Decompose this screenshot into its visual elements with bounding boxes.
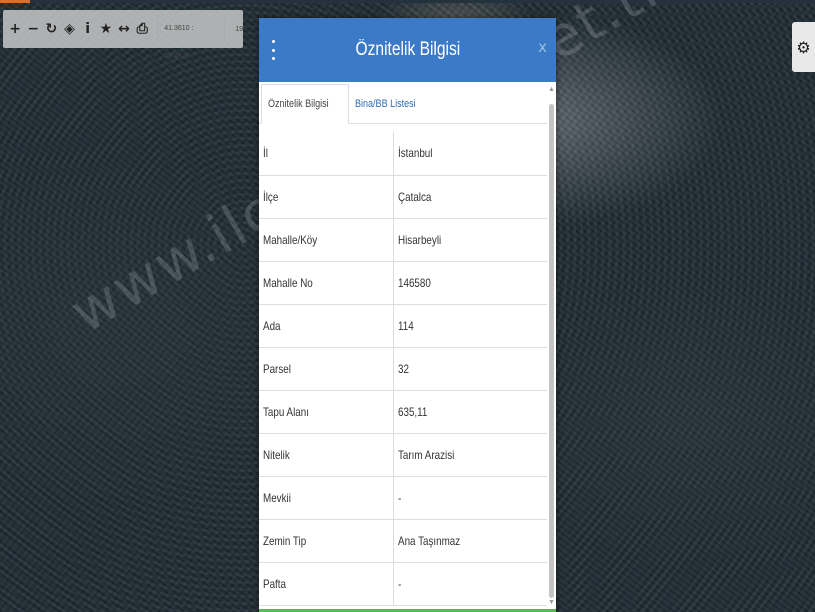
map-toolbar: + − ↻ ◈ i ★ ↔ ⎙ 41.3610 : 28.4675 19 bbox=[3, 10, 243, 60]
kebab-menu-icon[interactable] bbox=[270, 40, 276, 60]
attribute-key: Parsel bbox=[259, 347, 394, 391]
attribute-key-text: Tapu Alanı bbox=[263, 404, 309, 419]
attribute-table: İl İstanbul İlçe Çatalca Mahalle/Köy Hisarbey… bbox=[259, 132, 547, 606]
settings-button[interactable]: ⚙ bbox=[792, 22, 815, 72]
attribute-value: 32 bbox=[393, 347, 547, 391]
attribute-key: Mevkii bbox=[259, 476, 394, 520]
attribute-key: Mahalle No bbox=[259, 261, 394, 305]
attribute-key: Nitelik bbox=[259, 433, 394, 477]
attribute-value: Tarım Arazisi bbox=[393, 433, 547, 477]
tab-building-list[interactable]: Bina/BB Listesi bbox=[349, 85, 435, 123]
tab-label: Öznitelik Bilgisi bbox=[268, 98, 329, 110]
attribute-value-text: Çatalca bbox=[397, 189, 431, 204]
attribute-value-text: - bbox=[397, 490, 401, 505]
attribute-key: Pafta bbox=[259, 562, 394, 606]
table-row: Mahalle/Köy Hisarbeyli bbox=[259, 218, 547, 262]
zoom-level: 19 bbox=[235, 25, 243, 33]
attribute-value: 114 bbox=[393, 304, 547, 348]
attribute-value-text: 114 bbox=[397, 318, 414, 333]
attribute-value-text: 146580 bbox=[397, 275, 431, 290]
attribute-value-text: - bbox=[397, 576, 401, 591]
table-row: Parsel 32 bbox=[259, 347, 547, 391]
info-icon: i bbox=[85, 21, 91, 37]
attribute-value: - bbox=[393, 476, 547, 520]
table-row: Zemin Tip Ana Taşınmaz bbox=[259, 519, 547, 563]
attribute-table-container: İl İstanbul İlçe Çatalca Mahalle/Köy Hisarbey… bbox=[259, 132, 547, 612]
attribute-key: Ada bbox=[259, 304, 394, 348]
attribute-value: Ana Taşınmaz bbox=[393, 519, 547, 563]
attribute-value: - bbox=[393, 562, 547, 606]
attribute-value: 635,11 bbox=[393, 390, 547, 434]
attribute-value: Hisarbeyli bbox=[393, 218, 547, 262]
dialog-title: Öznitelik Bilgisi bbox=[355, 39, 460, 60]
attribute-value: 146580 bbox=[393, 261, 547, 305]
table-row: İlçe Çatalca bbox=[259, 175, 547, 219]
attribute-key: İl bbox=[259, 132, 394, 176]
locate-button[interactable]: ◈ bbox=[60, 15, 78, 43]
attribute-key-text: Mevkii bbox=[263, 490, 291, 505]
table-row: Mevkii - bbox=[259, 476, 547, 520]
refresh-icon: ↻ bbox=[45, 21, 58, 37]
minus-icon: − bbox=[27, 21, 40, 37]
scroll-down-icon[interactable]: ▼ bbox=[548, 599, 555, 606]
coordinate-readout: 41.3610 : 28.4675 bbox=[157, 15, 226, 60]
attribute-key: Zemin Tip bbox=[259, 519, 394, 563]
plus-icon: + bbox=[9, 21, 21, 37]
attribute-key-text: Nitelik bbox=[263, 447, 290, 462]
attribute-value-text: Ana Taşınmaz bbox=[397, 533, 460, 548]
refresh-button[interactable]: ↻ bbox=[42, 15, 60, 43]
favorite-button[interactable]: ★ bbox=[97, 15, 115, 43]
zoom-in-button[interactable]: + bbox=[6, 15, 24, 43]
dialog-header: Öznitelik Bilgisi x bbox=[259, 18, 556, 82]
table-row: Mahalle No 146580 bbox=[259, 261, 547, 305]
attribute-key: İlçe bbox=[259, 175, 394, 219]
attribute-key: Tapu Alanı bbox=[259, 390, 394, 434]
print-icon: ⎙ bbox=[136, 21, 148, 37]
attribute-value-text: Tarım Arazisi bbox=[397, 447, 454, 462]
attribute-value: İstanbul bbox=[393, 132, 547, 176]
attribute-value-text: 32 bbox=[397, 361, 409, 376]
attribute-key-text: İlçe bbox=[263, 189, 279, 204]
info-button[interactable]: i bbox=[79, 15, 97, 43]
close-button[interactable]: x bbox=[538, 38, 547, 56]
table-row: Ada 114 bbox=[259, 304, 547, 348]
zoom-out-button[interactable]: − bbox=[24, 15, 42, 43]
tab-label: Bina/BB Listesi bbox=[354, 98, 416, 110]
print-button[interactable]: ⎙ bbox=[133, 15, 151, 43]
attribute-key-text: Mahalle No bbox=[263, 275, 313, 290]
attribute-key-text: Zemin Tip bbox=[263, 533, 307, 548]
table-row: Pafta - bbox=[259, 562, 547, 606]
scrollbar[interactable]: ▲ ▼ bbox=[547, 82, 556, 612]
attribute-key: Mahalle/Köy bbox=[259, 218, 394, 262]
gear-icon: ⚙ bbox=[796, 37, 811, 57]
scroll-up-icon[interactable]: ▲ bbox=[548, 86, 555, 93]
attribute-key-text: Ada bbox=[263, 318, 281, 333]
attribute-key-text: İl bbox=[263, 146, 268, 161]
attribute-key-text: Mahalle/Köy bbox=[263, 232, 318, 247]
attribute-value-text: İstanbul bbox=[397, 146, 432, 161]
scroll-thumb[interactable] bbox=[549, 104, 554, 598]
table-row: İl İstanbul bbox=[259, 132, 547, 176]
star-icon: ★ bbox=[99, 21, 113, 37]
locate-icon: ◈ bbox=[64, 21, 75, 37]
attribute-key-text: Pafta bbox=[263, 576, 286, 591]
measure-icon: ↔ bbox=[118, 21, 130, 37]
attribute-value-text: 635,11 bbox=[397, 404, 427, 419]
tab-attribute-info[interactable]: Öznitelik Bilgisi bbox=[261, 84, 349, 124]
top-strip bbox=[0, 0, 815, 3]
tab-bar: Öznitelik Bilgisi Bina/BB Listesi bbox=[259, 82, 547, 124]
attribute-value: Çatalca bbox=[393, 175, 547, 219]
attribute-key-text: Parsel bbox=[263, 361, 291, 376]
measure-button[interactable]: ↔ bbox=[115, 15, 133, 43]
table-row: Tapu Alanı 635,11 bbox=[259, 390, 547, 434]
table-row: Nitelik Tarım Arazisi bbox=[259, 433, 547, 477]
attribute-info-dialog: Öznitelik Bilgisi x Öznitelik Bilgisi Bi… bbox=[259, 18, 556, 612]
attribute-value-text: Hisarbeyli bbox=[397, 232, 441, 247]
